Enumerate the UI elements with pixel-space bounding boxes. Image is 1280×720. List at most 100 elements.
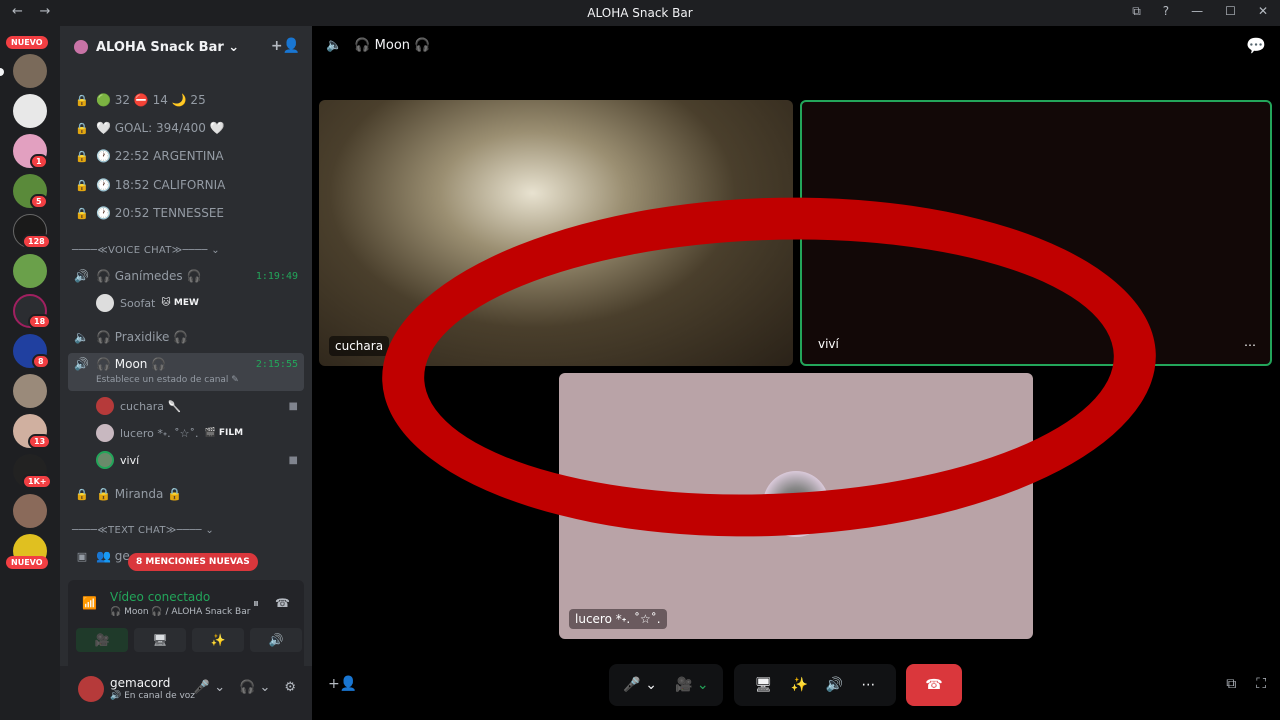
user-panel: gemacord 🔊 En canal de voz 🎤 ⌄ 🎧 ⌄ ⚙ bbox=[60, 666, 312, 720]
channel-member-counts[interactable]: 🔒 🟢 32 ⛔ 14 🌙 25 bbox=[68, 88, 304, 112]
screen-share-button[interactable]: 🖥 bbox=[134, 628, 186, 652]
inbox-icon[interactable]: ⧉ bbox=[1132, 4, 1141, 19]
user-status: 🔊 En canal de voz bbox=[110, 691, 196, 701]
channel-sidebar: ALOHA Snack Bar ⌄ +👤 🔒 🟢 32 ⛔ 14 🌙 25 🔒 … bbox=[60, 26, 312, 720]
speaker-icon: 🔊 bbox=[74, 357, 89, 371]
channel-label: 🟢 32 ⛔ 14 🌙 25 bbox=[96, 93, 206, 107]
voice-channel-praxidike[interactable]: 🔈 🎧 Praxidike 🎧 bbox=[68, 325, 304, 349]
voice-status-title[interactable]: Vídeo conectado bbox=[110, 590, 210, 604]
more-options-icon[interactable]: ⋯ bbox=[1244, 338, 1256, 352]
new-pill-top[interactable]: NUEVO bbox=[6, 36, 48, 49]
video-tile-lucero[interactable]: lucero *˖. ˚☆˚. bbox=[559, 373, 1033, 639]
call-controls-bar: +👤 🎤 ⌄ 🎥 ⌄ 🖥 ✨ 🔊 ⋯ ☎ ⧉ ⛶ bbox=[312, 664, 1280, 708]
call-view: 🔈 🎧 Moon 🎧 💬 cuchara viví ⋯ lucero *˖. ˚… bbox=[312, 26, 1280, 720]
mention-badge: 13 bbox=[28, 434, 52, 449]
add-user-icon[interactable]: +👤 bbox=[328, 676, 357, 692]
minimize-icon[interactable]: — bbox=[1191, 4, 1203, 19]
voice-user-name: viví bbox=[120, 453, 140, 467]
chat-bubble-icon[interactable]: 💬 bbox=[1246, 36, 1266, 55]
disconnect-icon[interactable]: ☎ bbox=[275, 596, 290, 611]
video-tile-cuchara[interactable]: cuchara bbox=[319, 100, 793, 366]
channel-label: 🕐 18:52 CALIFORNIA bbox=[96, 178, 226, 192]
lock-icon: 🔒 bbox=[75, 149, 89, 163]
voice-user-name: lucero *˖. ˚☆˚. bbox=[120, 426, 199, 440]
speaker-icon: 🔈 bbox=[74, 330, 89, 344]
tile-label: viví bbox=[818, 337, 839, 351]
camera-button[interactable]: 🎥 bbox=[76, 628, 128, 652]
camera-toggle-button[interactable]: 🎥 ⌄ bbox=[675, 677, 709, 693]
category-voice-chat[interactable]: ────≪VOICE CHAT≫──── ⌄ bbox=[72, 245, 220, 256]
mention-badge: 128 bbox=[22, 234, 51, 249]
mention-badge: 1K+ bbox=[22, 474, 53, 489]
close-icon[interactable]: ✕ bbox=[1258, 4, 1268, 19]
more-icon[interactable]: ⋯ bbox=[861, 677, 875, 693]
settings-gear-icon[interactable]: ⚙ bbox=[284, 680, 296, 695]
fullscreen-icon[interactable]: ⛶ bbox=[1256, 676, 1266, 692]
avatar bbox=[96, 397, 114, 415]
avatar bbox=[96, 294, 114, 312]
lock-icon: 🔒 bbox=[75, 121, 89, 135]
channel-tennessee-time[interactable]: 🔒 🕐 20:52 TENNESSEE bbox=[68, 201, 304, 225]
voice-status-subtitle[interactable]: 🎧 Moon 🎧 / ALOHA Snack Bar bbox=[110, 607, 250, 617]
noise-suppression-icon[interactable]: ⏸ bbox=[253, 596, 259, 611]
voice-user-name: Soofat bbox=[120, 296, 156, 310]
voice-channel-ganimedes[interactable]: 🔊 🎧 Ganímedes 🎧 1:19:49 bbox=[68, 264, 304, 288]
screen-share-icon[interactable]: 🖥 bbox=[755, 677, 773, 693]
title-bar: ← → ALOHA Snack Bar ⧉ ? — ☐ ✕ bbox=[0, 0, 1280, 26]
voice-user-name: cuchara 🥄 bbox=[120, 399, 182, 413]
maximize-icon[interactable]: ☐ bbox=[1225, 4, 1236, 19]
mention-badge: 8 bbox=[32, 354, 50, 369]
channel-status[interactable]: Establece un estado de canal ✎ bbox=[96, 375, 239, 385]
voice-user-vivi[interactable]: viví ■ bbox=[96, 448, 306, 472]
username[interactable]: gemacord bbox=[110, 676, 170, 690]
call-timer: 2:15:55 bbox=[255, 359, 298, 370]
av-controls: 🎤 ⌄ 🎥 ⌄ bbox=[609, 664, 723, 706]
popout-icon[interactable]: ⧉ bbox=[1226, 676, 1236, 692]
new-mentions-pill[interactable]: 8 MENCIONES NUEVAS bbox=[128, 553, 258, 571]
soundboard-icon[interactable]: 🔊 bbox=[826, 677, 843, 693]
server-icon[interactable] bbox=[13, 254, 47, 288]
invite-icon[interactable]: +👤 bbox=[271, 38, 300, 54]
text-channel-icon: ▣ bbox=[76, 549, 88, 563]
mic-toggle-icon[interactable]: 🎤 ⌄ bbox=[194, 680, 225, 695]
lock-icon: 🔒 bbox=[75, 93, 89, 107]
extra-controls: 🖥 ✨ 🔊 ⋯ bbox=[734, 664, 896, 706]
category-text-chat[interactable]: ────≪TEXT CHAT≫──── ⌄ bbox=[72, 525, 214, 536]
voice-channel-miranda[interactable]: 🔒 🔒 Miranda 🔒 bbox=[68, 482, 304, 506]
channel-label: 🔒 Miranda 🔒 bbox=[96, 487, 183, 501]
participant-avatar bbox=[763, 471, 829, 537]
channel-label: 👥 ge bbox=[96, 549, 130, 563]
soundboard-button[interactable]: 🔊 bbox=[250, 628, 302, 652]
signal-icon[interactable]: 📶 bbox=[82, 596, 97, 610]
channel-goal[interactable]: 🔒 🤍 GOAL: 394/400 🤍 bbox=[68, 116, 304, 140]
leave-call-button[interactable]: ☎ bbox=[906, 664, 962, 706]
channel-label: 🕐 22:52 ARGENTINA bbox=[96, 149, 224, 163]
activities-icon[interactable]: ✨ bbox=[790, 677, 807, 693]
server-icon[interactable] bbox=[13, 54, 47, 88]
voice-user-lucero[interactable]: lucero *˖. ˚☆˚. 🎬 FILM bbox=[96, 421, 306, 445]
headphones-toggle-icon[interactable]: 🎧 ⌄ bbox=[239, 680, 270, 695]
mention-badge: 18 bbox=[28, 314, 52, 329]
speaker-icon: 🔊 bbox=[74, 269, 89, 283]
mic-button[interactable]: 🎤 ⌄ bbox=[623, 677, 657, 693]
video-tile-vivi[interactable]: viví ⋯ bbox=[800, 100, 1272, 366]
server-header[interactable]: ALOHA Snack Bar ⌄ +👤 bbox=[60, 26, 312, 68]
call-channel-title: 🎧 Moon 🎧 bbox=[354, 38, 431, 53]
server-icon[interactable] bbox=[13, 94, 47, 128]
channel-california-time[interactable]: 🔒 🕐 18:52 CALIFORNIA bbox=[68, 173, 304, 197]
voice-user-cuchara[interactable]: cuchara 🥄 ■ bbox=[96, 394, 306, 418]
server-icon[interactable] bbox=[13, 374, 47, 408]
user-avatar[interactable] bbox=[78, 676, 104, 702]
server-icon[interactable] bbox=[13, 494, 47, 528]
voice-channel-moon[interactable]: 🔊 🎧 Moon 🎧 2:15:55 Establece un estado d… bbox=[68, 353, 304, 391]
channel-label: 🎧 Praxidike 🎧 bbox=[96, 330, 189, 344]
tile-label: lucero *˖. ˚☆˚. bbox=[569, 609, 667, 629]
activities-button[interactable]: ✨ bbox=[192, 628, 244, 652]
voice-user-soofat[interactable]: Soofat 🐱 MEW bbox=[96, 291, 306, 315]
user-tag: 🎬 FILM bbox=[204, 428, 244, 438]
channel-argentina-time[interactable]: 🔒 🕐 22:52 ARGENTINA bbox=[68, 144, 304, 168]
voice-panel-actions: ⏸ ☎ bbox=[253, 596, 290, 611]
help-icon[interactable]: ? bbox=[1163, 4, 1169, 19]
new-pill-bottom[interactable]: NUEVO bbox=[6, 556, 48, 569]
camera-icon: ■ bbox=[288, 454, 298, 466]
